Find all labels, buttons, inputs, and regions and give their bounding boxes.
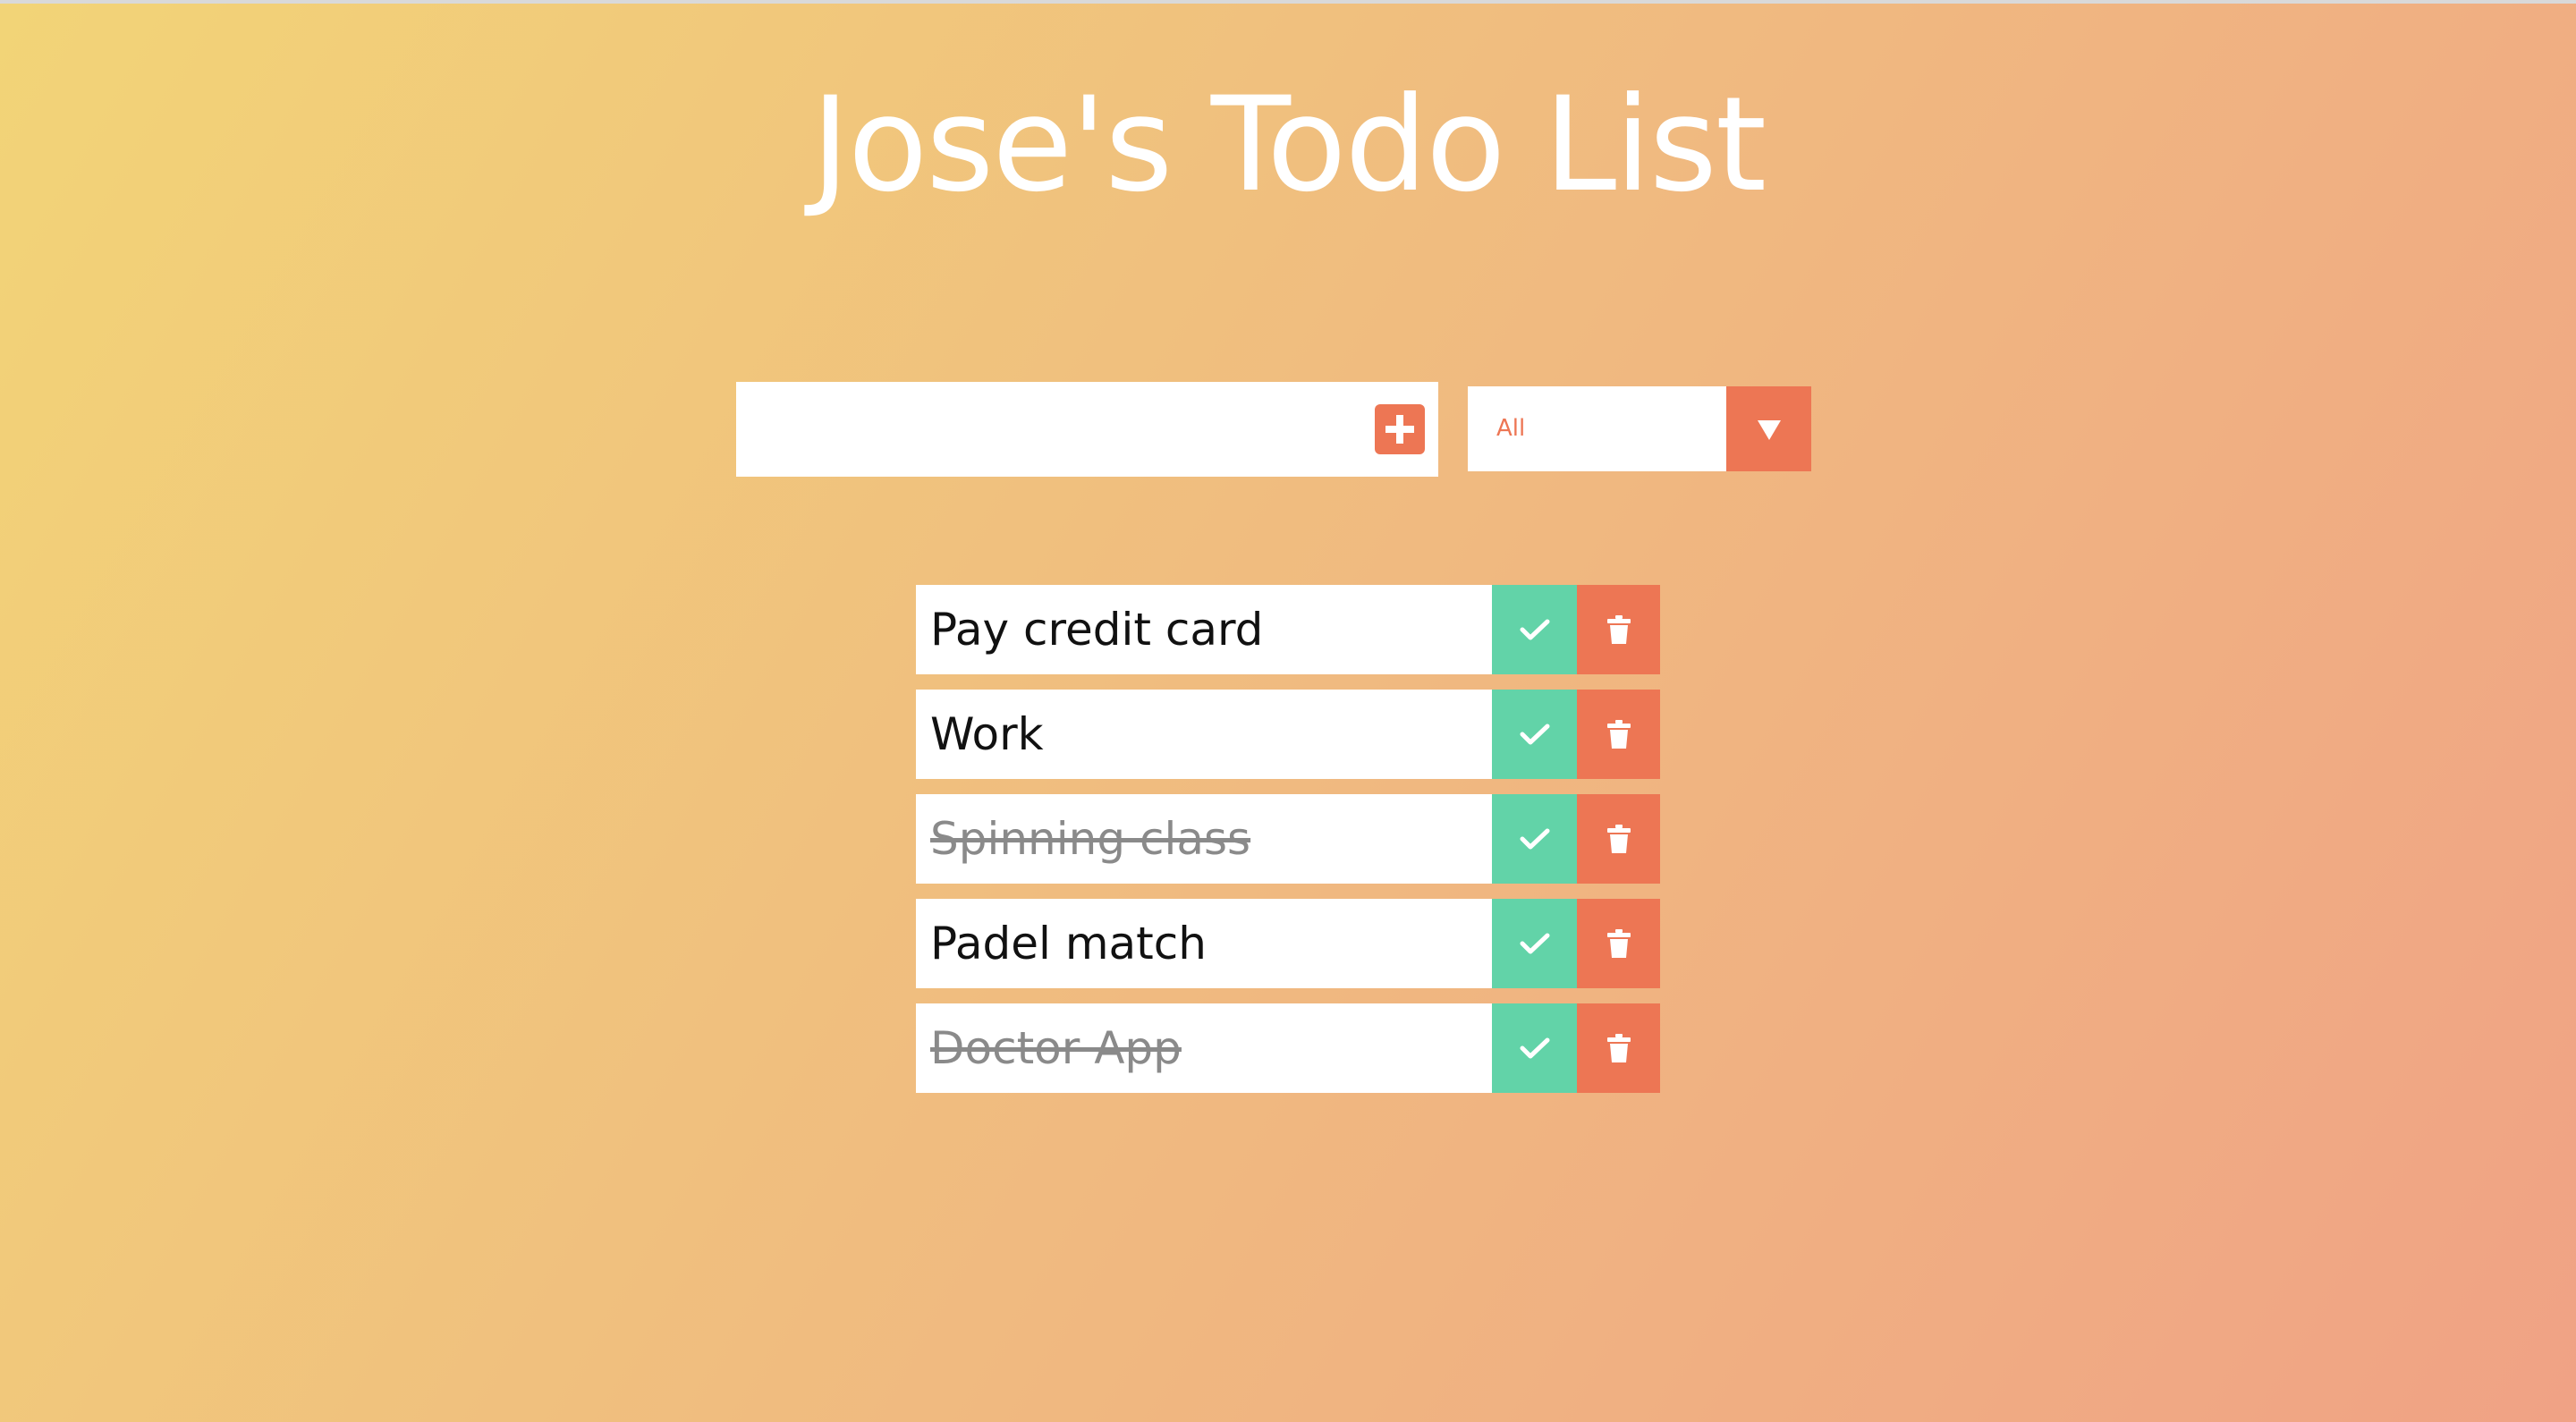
filter-select[interactable]: All [1468, 386, 1811, 471]
todo-input[interactable] [736, 382, 1362, 477]
top-border [0, 0, 2576, 4]
trash-icon [1606, 720, 1631, 749]
add-todo-button[interactable] [1375, 404, 1425, 454]
todo-text: Work [930, 708, 1044, 760]
trash-icon [1606, 615, 1631, 644]
todo-form [736, 382, 1438, 477]
check-icon [1520, 933, 1549, 954]
delete-button[interactable] [1577, 690, 1660, 779]
check-icon [1520, 1037, 1549, 1059]
todo-item: Doctor App [916, 1003, 1660, 1093]
filter-selected-value: All [1496, 415, 1526, 442]
check-icon [1520, 828, 1549, 850]
plus-square-icon [1385, 415, 1414, 444]
filter-dropdown-button[interactable] [1726, 386, 1811, 471]
check-icon [1520, 619, 1549, 640]
todo-list: Pay credit card Work Spinning class Padel m… [916, 585, 1660, 1108]
complete-button[interactable] [1492, 690, 1577, 779]
todo-item: Work [916, 690, 1660, 779]
todo-item: Padel match [916, 899, 1660, 988]
todo-text: Pay credit card [930, 604, 1264, 656]
todo-text: Padel match [930, 918, 1207, 969]
todo-text: Doctor App [930, 1022, 1182, 1074]
complete-button[interactable] [1492, 1003, 1577, 1093]
todo-item: Pay credit card [916, 585, 1660, 674]
complete-button[interactable] [1492, 794, 1577, 884]
delete-button[interactable] [1577, 794, 1660, 884]
delete-button[interactable] [1577, 1003, 1660, 1093]
complete-button[interactable] [1492, 899, 1577, 988]
todo-text: Spinning class [930, 813, 1251, 865]
delete-button[interactable] [1577, 899, 1660, 988]
trash-icon [1606, 825, 1631, 853]
todo-item: Spinning class [916, 794, 1660, 884]
trash-icon [1606, 1034, 1631, 1062]
delete-button[interactable] [1577, 585, 1660, 674]
check-icon [1520, 724, 1549, 745]
trash-icon [1606, 929, 1631, 958]
caret-down-icon [1758, 420, 1781, 440]
page-title: Jose's Todo List [810, 69, 1767, 221]
complete-button[interactable] [1492, 585, 1577, 674]
